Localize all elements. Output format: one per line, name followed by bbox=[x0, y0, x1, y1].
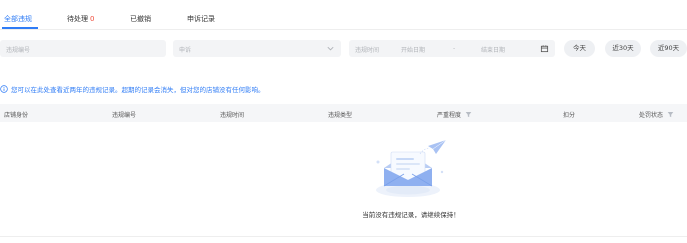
calendar-icon bbox=[540, 45, 549, 53]
column-label: 店铺身份 bbox=[4, 112, 29, 119]
tab-bar: 全部违规 待处理 0 已撤销 申诉记录 bbox=[0, 0, 687, 30]
violation-no-placeholder: 违规编号 bbox=[6, 47, 31, 54]
filter-icon[interactable] bbox=[465, 111, 472, 118]
tab-label: 待处理 bbox=[67, 15, 88, 23]
date-separator: - bbox=[453, 45, 456, 52]
divider bbox=[0, 236, 687, 237]
column-label: 扣分 bbox=[563, 112, 576, 119]
column-header-violation-no: 违规编号 bbox=[112, 110, 136, 119]
column-label: 处罚状态 bbox=[639, 112, 664, 119]
violation-no-input[interactable]: 违规编号 bbox=[0, 40, 166, 57]
chevron-down-icon bbox=[327, 46, 334, 51]
start-date-input[interactable]: 开始日期 bbox=[401, 45, 425, 54]
tab-label: 已撤销 bbox=[130, 15, 151, 23]
last-90-days-button[interactable]: 近90天 bbox=[650, 40, 687, 57]
violation-time-range-picker[interactable]: 违规时间 开始日期 - 结束日期 bbox=[349, 40, 555, 57]
pending-count-badge: 0 bbox=[90, 15, 95, 23]
filter-icon[interactable] bbox=[667, 111, 674, 118]
info-notice: 您可以在此处查看近两年的违规记录。超期的记录会消失，但对您的店铺没有任何影响。 bbox=[0, 84, 265, 94]
column-header-penalty-status: 处罚状态 bbox=[639, 110, 674, 119]
column-header-shop-identity: 店铺身份 bbox=[4, 110, 28, 119]
type-select[interactable]: 申诉 bbox=[173, 40, 341, 57]
info-icon bbox=[0, 85, 8, 93]
end-date-input[interactable]: 结束日期 bbox=[481, 45, 505, 54]
empty-state-message: 当前没有违规记录，请继续保持！ bbox=[362, 211, 460, 219]
tab-label: 申诉记录 bbox=[187, 15, 215, 23]
violation-time-label: 违规时间 bbox=[355, 47, 380, 54]
column-label: 违规编号 bbox=[112, 112, 137, 119]
today-button[interactable]: 今天 bbox=[564, 40, 595, 57]
last-30-days-button[interactable]: 近30天 bbox=[605, 40, 641, 57]
table-header: 店铺身份 违规编号 违规时间 违规类型 严重程度 扣分 处罚状态 bbox=[0, 104, 687, 122]
active-tab-indicator bbox=[2, 27, 38, 29]
notice-text: 您可以在此处查看近两年的违规记录。超期的记录会消失，但对您的店铺没有任何影响。 bbox=[11, 86, 265, 94]
tab-pending[interactable]: 待处理 0 bbox=[67, 14, 94, 24]
tab-label: 全部违规 bbox=[4, 15, 32, 23]
tab-appeal-records[interactable]: 申诉记录 bbox=[187, 14, 215, 24]
empty-mailbox-illustration bbox=[376, 139, 447, 197]
type-select-value: 申诉 bbox=[179, 47, 192, 54]
column-header-violation-time: 违规时间 bbox=[220, 110, 244, 119]
column-label: 违规类型 bbox=[328, 112, 353, 119]
column-header-severity: 严重程度 bbox=[437, 110, 472, 119]
column-label: 严重程度 bbox=[437, 112, 462, 119]
column-header-deducted-points: 扣分 bbox=[563, 110, 575, 119]
column-label: 违规时间 bbox=[220, 112, 245, 119]
tab-revoked[interactable]: 已撤销 bbox=[130, 14, 151, 24]
tab-all-violations[interactable]: 全部违规 bbox=[4, 14, 32, 24]
column-header-violation-type: 违规类型 bbox=[328, 110, 352, 119]
